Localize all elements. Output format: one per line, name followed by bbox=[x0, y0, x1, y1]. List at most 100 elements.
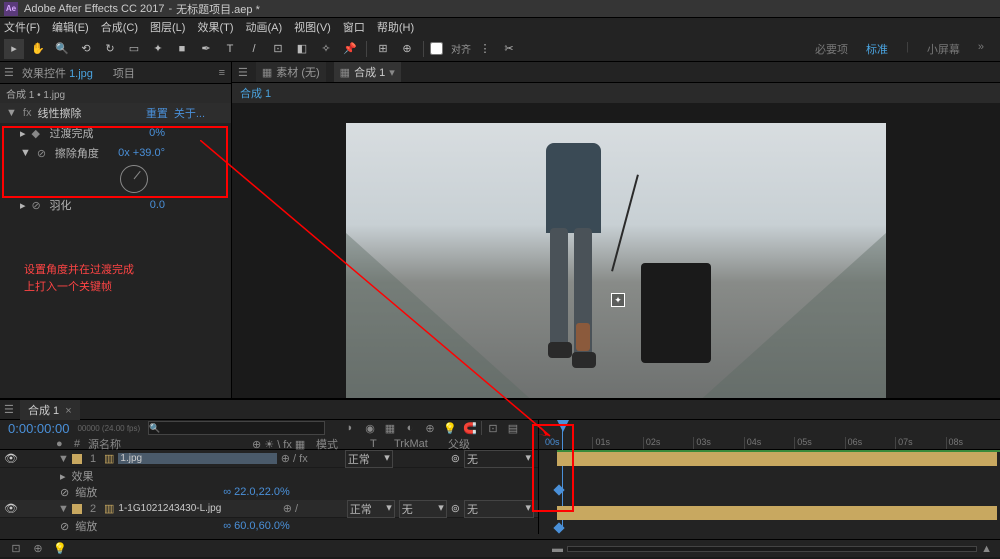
layer-row[interactable]: 👁 ▼ 2 ▥ 1-1G1021243430-L.jpg ⊕ / 正常▾ 无▾ … bbox=[0, 500, 538, 518]
comp-breadcrumb[interactable]: 合成 1 bbox=[232, 83, 1000, 103]
ws-more-icon[interactable]: » bbox=[978, 41, 984, 57]
rotate-tool[interactable]: ↻ bbox=[100, 39, 120, 59]
parent-select[interactable]: 无▾ bbox=[464, 450, 534, 468]
collapse-icon[interactable]: ▼ bbox=[20, 147, 31, 159]
menu-view[interactable]: 视图(V) bbox=[294, 19, 331, 35]
stopwatch-icon[interactable]: ⊘ bbox=[37, 147, 49, 160]
orbit-tool[interactable]: ⟲ bbox=[76, 39, 96, 59]
ws-essentials[interactable]: 必要项 bbox=[815, 41, 848, 57]
panel-menu-icon[interactable]: ☰ bbox=[4, 403, 14, 416]
zoom-tool[interactable]: 🔍 bbox=[52, 39, 72, 59]
label-color[interactable] bbox=[72, 454, 82, 464]
menu-edit[interactable]: 编辑(E) bbox=[52, 19, 89, 35]
eraser-tool[interactable]: ◧ bbox=[292, 39, 312, 59]
visibility-icon[interactable]: 👁 bbox=[4, 502, 18, 515]
anchor-tool[interactable]: ✦ bbox=[148, 39, 168, 59]
blend-mode[interactable]: 正常▾ bbox=[345, 450, 393, 468]
tab-project[interactable]: 项目 bbox=[109, 63, 139, 83]
prop-transition-val[interactable]: 0% bbox=[149, 127, 165, 139]
scale-prop[interactable]: ⊘ 缩放 ∞ 60.0,60.0% bbox=[0, 518, 538, 534]
timeline-tab[interactable]: 合成 1× bbox=[20, 400, 80, 420]
brush-tool[interactable]: / bbox=[244, 39, 264, 59]
stopwatch-icon[interactable]: ◆ bbox=[32, 127, 44, 140]
world-axis-icon[interactable]: ⊕ bbox=[397, 39, 417, 59]
parent-select[interactable]: 无▾ bbox=[464, 500, 534, 518]
layer-bar[interactable] bbox=[557, 506, 997, 520]
collapse-icon[interactable]: ▼ bbox=[58, 503, 68, 515]
mask-tool-icon[interactable]: ✂ bbox=[499, 39, 519, 59]
reset-link[interactable]: 重置 bbox=[146, 105, 168, 121]
menu-comp[interactable]: 合成(C) bbox=[101, 19, 138, 35]
text-tool[interactable]: T bbox=[220, 39, 240, 59]
col-trkmat[interactable]: TrkMat bbox=[394, 438, 444, 450]
panel-menu-icon[interactable]: ☰ bbox=[238, 66, 248, 79]
ws-small[interactable]: 小屏幕 bbox=[927, 41, 960, 57]
search-input[interactable] bbox=[148, 421, 325, 435]
brainstorm-icon[interactable]: 💡 bbox=[441, 420, 459, 436]
shy-icon[interactable]: ◗ bbox=[341, 420, 359, 436]
menu-file[interactable]: 文件(F) bbox=[4, 19, 40, 35]
keyframe-icon[interactable] bbox=[553, 522, 564, 533]
snap-opt-icon[interactable]: ⋮ bbox=[475, 39, 495, 59]
trkmat-select[interactable]: 无▾ bbox=[399, 500, 447, 518]
draft3d-icon[interactable]: ◉ bbox=[361, 420, 379, 436]
flowchart-icon[interactable]: ▤ bbox=[504, 420, 522, 436]
tab-effects[interactable]: 效果控件 1.jpg bbox=[18, 63, 97, 83]
label-color[interactable] bbox=[72, 504, 82, 514]
layer-name[interactable]: 1-1G1021243430-L.jpg bbox=[118, 503, 278, 514]
comp-tab[interactable]: ▦ 合成 1 ▾ bbox=[334, 62, 401, 82]
motionblur-icon[interactable]: ◐ bbox=[401, 420, 419, 436]
parent-link-icon[interactable]: ⊚ bbox=[451, 452, 460, 465]
blend-mode[interactable]: 正常▾ bbox=[347, 500, 395, 518]
hand-tool[interactable]: ✋ bbox=[28, 39, 48, 59]
panel-menu-icon[interactable]: ☰ bbox=[4, 66, 14, 79]
layer-name[interactable]: 1.jpg bbox=[118, 453, 276, 464]
anchor-point-icon[interactable]: ✦ bbox=[611, 293, 625, 307]
stopwatch-icon[interactable]: ⊘ bbox=[60, 486, 69, 499]
menu-effect[interactable]: 效果(T) bbox=[197, 19, 233, 35]
timeline-ruler[interactable]: 00s 01s 02s 03s 04s 05s 06s 07s 08s bbox=[538, 420, 1000, 449]
about-link[interactable]: 关于... bbox=[174, 105, 205, 121]
stopwatch-icon[interactable]: ⊘ bbox=[32, 199, 44, 212]
footage-tab[interactable]: ▦ 素材 (无) bbox=[256, 62, 326, 82]
brainstorm-icon[interactable]: 💡 bbox=[52, 541, 68, 557]
prop-angle-val[interactable]: 0x +39.0° bbox=[118, 147, 165, 159]
collapse-icon[interactable]: ▸ bbox=[20, 199, 26, 212]
snap-checkbox[interactable] bbox=[430, 42, 443, 55]
menu-help[interactable]: 帮助(H) bbox=[377, 19, 414, 35]
layer-row[interactable]: 👁 ▼ 1 ▥ 1.jpg ⊕ / fx 正常▾ ⊚ 无▾ bbox=[0, 450, 538, 468]
roto-tool[interactable]: ✧ bbox=[316, 39, 336, 59]
zoom-in-icon[interactable]: ▲ bbox=[981, 543, 992, 555]
panel-options-icon[interactable]: ≡ bbox=[219, 67, 225, 79]
parent-link-icon[interactable]: ⊚ bbox=[451, 502, 460, 515]
close-icon[interactable]: × bbox=[65, 405, 71, 417]
collapse-icon[interactable]: ▼ bbox=[58, 453, 68, 465]
zoom-slider[interactable] bbox=[567, 546, 977, 552]
shape-tool[interactable]: ■ bbox=[172, 39, 192, 59]
angle-dial[interactable] bbox=[120, 165, 148, 193]
clone-tool[interactable]: ⊡ bbox=[268, 39, 288, 59]
pen-tool[interactable]: ✒ bbox=[196, 39, 216, 59]
puppet-tool[interactable]: 📌 bbox=[340, 39, 360, 59]
effects-group[interactable]: ▸效果 bbox=[0, 468, 538, 484]
toggle-icon[interactable]: ⊡ bbox=[8, 541, 24, 557]
menu-layer[interactable]: 图层(L) bbox=[150, 19, 185, 35]
fx-icon[interactable]: fx bbox=[23, 107, 32, 119]
menu-anim[interactable]: 动画(A) bbox=[246, 19, 283, 35]
zoom-out-icon[interactable]: ▬ bbox=[552, 543, 563, 555]
dropdown-icon[interactable]: ▾ bbox=[389, 66, 395, 79]
layer-bar[interactable] bbox=[557, 452, 997, 466]
visibility-icon[interactable]: 👁 bbox=[4, 452, 18, 465]
selection-tool[interactable]: ▸ bbox=[4, 39, 24, 59]
snap-icon[interactable]: 🧲 bbox=[461, 420, 479, 436]
render-icon[interactable]: ⊕ bbox=[30, 541, 46, 557]
effect-name[interactable]: 线性擦除 bbox=[37, 105, 81, 121]
collapse-icon[interactable]: ▸ bbox=[20, 127, 26, 140]
local-axis-icon[interactable]: ⊞ bbox=[373, 39, 393, 59]
tracks-area[interactable] bbox=[538, 450, 1000, 534]
keyframe-icon[interactable] bbox=[553, 484, 564, 495]
ws-standard[interactable]: 标准 bbox=[866, 41, 888, 57]
scale-prop[interactable]: ⊘ 缩放 ∞ 22.0,22.0% bbox=[0, 484, 538, 500]
stopwatch-icon[interactable]: ⊘ bbox=[60, 520, 69, 533]
playhead-icon[interactable] bbox=[557, 420, 569, 432]
